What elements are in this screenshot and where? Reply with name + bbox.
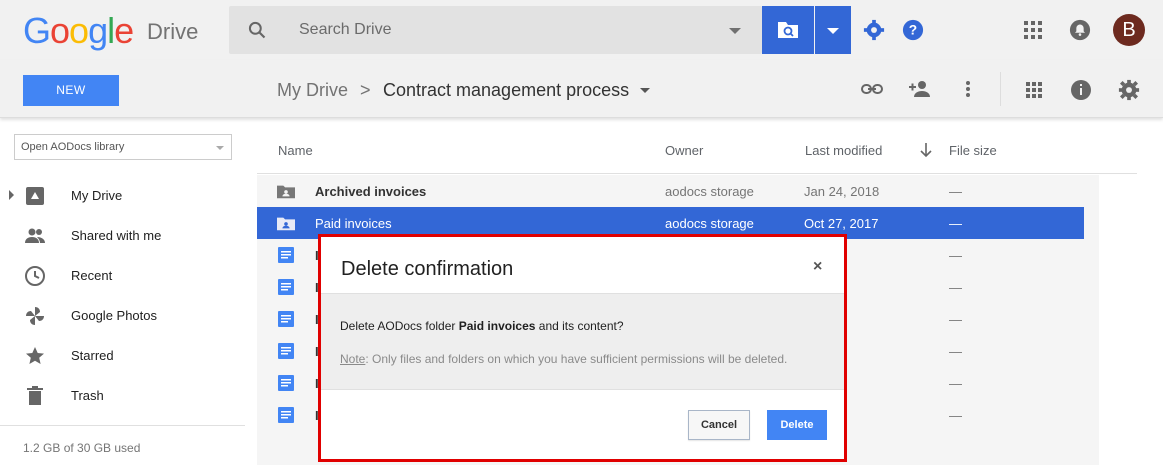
file-size: — (949, 280, 962, 295)
document-icon (278, 375, 294, 391)
delete-button[interactable]: Delete (767, 410, 827, 440)
search-box[interactable] (229, 6, 762, 54)
delete-confirmation-dialog: Delete confirmation × Delete AODocs fold… (318, 234, 847, 462)
sidebar-item-label: Google Photos (71, 308, 158, 323)
apps-grid-icon[interactable] (1024, 21, 1042, 39)
people-icon (25, 228, 45, 243)
file-name: Paid invoices (315, 216, 392, 231)
note-text: : Only files and folders on which you ha… (365, 352, 788, 366)
get-link-icon[interactable] (861, 80, 883, 98)
document-icon (278, 247, 294, 263)
file-size: — (949, 184, 962, 199)
column-header-owner[interactable]: Owner (665, 143, 703, 158)
sidebar-item-label: Starred (71, 348, 114, 363)
file-owner: aodocs storage (665, 184, 754, 199)
top-header: Google Drive ? B (0, 0, 1163, 60)
file-size: — (949, 216, 962, 231)
dialog-body: Delete AODocs folder Paid invoices and i… (321, 294, 844, 390)
star-icon (26, 347, 44, 364)
document-icon (278, 279, 294, 295)
sidebar-item-google-photos[interactable]: Google Photos (0, 295, 240, 335)
document-icon (278, 311, 294, 327)
column-header-file-size[interactable]: File size (949, 143, 997, 158)
document-icon (278, 343, 294, 359)
aodocs-search-menu-button[interactable] (815, 6, 851, 54)
shared-folder-icon (277, 217, 295, 231)
dialog-header: Delete confirmation × (321, 237, 844, 294)
sidebar-item-label: Shared with me (71, 228, 162, 243)
info-icon[interactable] (1070, 79, 1092, 101)
search-options-dropdown[interactable] (729, 28, 741, 34)
aodocs-search-button[interactable] (762, 6, 814, 54)
avatar[interactable]: B (1113, 14, 1145, 46)
file-size: — (949, 408, 962, 423)
column-header-last-modified[interactable]: Last modified (805, 143, 882, 158)
search-icon[interactable] (247, 20, 267, 40)
svg-text:?: ? (909, 23, 917, 38)
note-label: Note (340, 352, 366, 366)
permission-note: Note: Only files and folders on which yo… (340, 352, 787, 366)
google-logo[interactable]: Google (23, 10, 134, 52)
column-header-name[interactable]: Name (278, 143, 313, 158)
file-size: — (949, 248, 962, 263)
file-size: — (949, 344, 962, 359)
sidebar-item-trash[interactable]: Trash (0, 375, 240, 415)
file-size: — (949, 376, 962, 391)
settings-icon[interactable] (1118, 79, 1140, 101)
action-bar: NEW My Drive > Contract management proce… (0, 60, 1163, 118)
product-name: Drive (147, 19, 199, 44)
trash-icon (27, 386, 43, 405)
close-icon[interactable]: × (813, 258, 822, 276)
sidebar-item-my-drive[interactable]: My Drive (0, 175, 240, 215)
chevron-down-icon (216, 146, 224, 150)
dialog-title: Delete confirmation (341, 258, 514, 280)
pinwheel-icon (26, 307, 44, 325)
notifications-bell-icon[interactable] (1069, 19, 1091, 41)
folder-menu-dropdown-icon[interactable] (640, 88, 650, 93)
breadcrumb-current-folder[interactable]: Contract management process (383, 80, 629, 101)
help-icon[interactable]: ? (902, 19, 924, 41)
folder-name: Paid invoices (458, 319, 536, 333)
sidebar-item-label: Recent (71, 268, 113, 283)
sidebar-item-recent[interactable]: Recent (0, 255, 240, 295)
breadcrumb-separator: > (360, 80, 371, 100)
file-name: Archived invoices (315, 184, 427, 199)
delete-message: Delete AODocs folder Paid invoices and i… (340, 319, 624, 333)
grid-view-icon[interactable] (1026, 82, 1042, 98)
more-actions-icon[interactable] (965, 80, 971, 98)
new-button[interactable]: NEW (23, 75, 119, 106)
delete-message-suffix: and its content? (535, 319, 624, 333)
clock-icon (25, 266, 45, 286)
search-input[interactable] (299, 18, 699, 42)
sidebar-item-shared-with-me[interactable]: Shared with me (0, 215, 240, 255)
folder-search-icon (778, 22, 798, 38)
storage-usage[interactable]: 1.2 GB of 30 GB used (23, 441, 140, 455)
toolbar-divider (1000, 72, 1001, 106)
table-row[interactable]: Archived invoices aodocs storage Jan 24, 2… (257, 175, 1084, 207)
breadcrumb-my-drive[interactable]: My Drive (277, 80, 348, 101)
drive-icon (26, 187, 44, 205)
cancel-button[interactable]: Cancel (688, 410, 750, 440)
share-add-person-icon[interactable] (908, 79, 932, 99)
file-size: — (949, 312, 962, 327)
sidebar-divider (0, 425, 245, 426)
list-header-divider (257, 173, 1137, 174)
delete-message-prefix: Delete AODocs folder (340, 319, 459, 333)
sidebar-item-label: Trash (71, 388, 104, 403)
open-aodocs-library-select[interactable]: Open AODocs library (14, 134, 232, 160)
sidebar-item-starred[interactable]: Starred (0, 335, 240, 375)
sort-descending-arrow-icon[interactable] (919, 142, 933, 158)
file-owner: aodocs storage (665, 216, 754, 231)
document-icon (278, 407, 294, 423)
sidebar-item-label: My Drive (71, 188, 123, 203)
file-last-modified: Jan 24, 2018 (804, 184, 880, 199)
shared-folder-icon (277, 185, 295, 199)
file-last-modified: Oct 27, 2017 (804, 216, 879, 231)
library-select-value: Open AODocs library (21, 141, 125, 153)
settings-gear-icon[interactable] (863, 19, 885, 41)
